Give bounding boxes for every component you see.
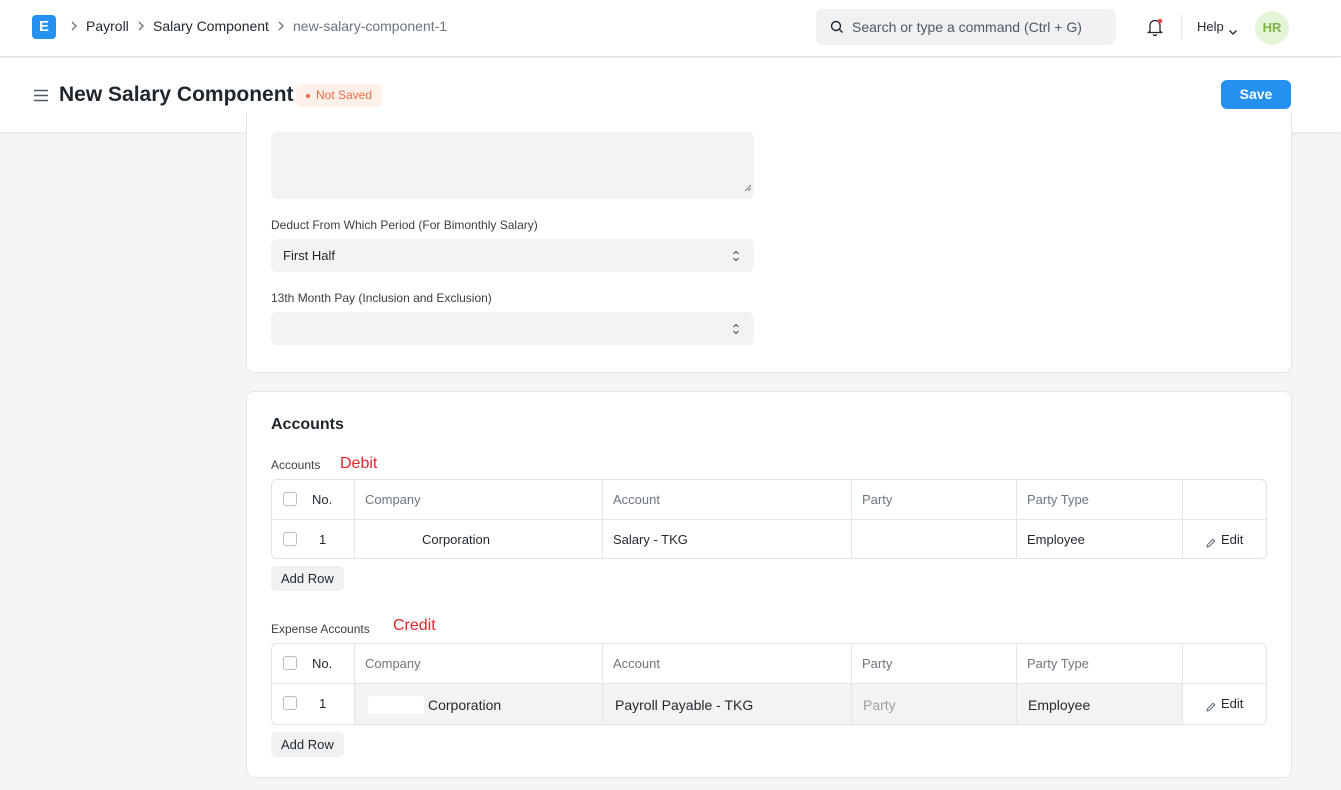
redaction-mask bbox=[368, 696, 424, 714]
select-all-checkbox[interactable] bbox=[283, 492, 297, 506]
deduct-period-label: Deduct From Which Period (For Bimonthly … bbox=[271, 218, 538, 232]
user-avatar[interactable]: HR bbox=[1255, 11, 1289, 45]
debit-table-label: Accounts bbox=[271, 458, 321, 472]
header-party-type: Party Type bbox=[1027, 656, 1089, 671]
pencil-icon bbox=[1206, 699, 1216, 717]
debit-accounts-table: No. Company Account Party Party Type 1 C… bbox=[271, 479, 1267, 559]
row-party-type[interactable]: Employee bbox=[1028, 697, 1090, 713]
select-all-checkbox[interactable] bbox=[283, 656, 297, 670]
notification-bell-icon[interactable] bbox=[1146, 17, 1164, 42]
search-input[interactable]: Search or type a command (Ctrl + G) bbox=[852, 19, 1082, 35]
header-account: Account bbox=[613, 656, 660, 671]
deduct-period-value: First Half bbox=[283, 248, 335, 263]
row-account[interactable]: Salary - TKG bbox=[613, 532, 688, 547]
add-row-button[interactable]: Add Row bbox=[271, 732, 344, 757]
table-header-row: No. Company Account Party Party Type bbox=[272, 480, 1266, 520]
select-arrows-icon bbox=[732, 249, 740, 267]
row-no: 1 bbox=[319, 696, 327, 711]
pencil-icon bbox=[1206, 535, 1216, 553]
debit-annotation: Debit bbox=[340, 455, 378, 472]
search-bar[interactable]: Search or type a command (Ctrl + G) bbox=[816, 9, 1116, 45]
column-divider bbox=[354, 480, 355, 558]
column-divider bbox=[602, 644, 603, 724]
top-navbar: E Payroll Salary Component new-salary-co… bbox=[0, 0, 1341, 57]
sidebar-toggle-icon[interactable] bbox=[33, 89, 49, 107]
credit-table-label: Expense Accounts bbox=[271, 622, 370, 636]
accounts-section-title: Accounts bbox=[271, 416, 344, 433]
header-no: No. bbox=[312, 492, 333, 507]
row-checkbox[interactable] bbox=[283, 696, 297, 710]
accounts-section-card: Accounts Accounts Debit No. Company Acco… bbox=[246, 391, 1292, 778]
save-button[interactable]: Save bbox=[1221, 80, 1291, 109]
form-section-card: Deduct From Which Period (For Bimonthly … bbox=[246, 112, 1292, 373]
help-menu[interactable]: Help bbox=[1197, 19, 1224, 34]
breadcrumb-payroll[interactable]: Payroll bbox=[86, 18, 129, 34]
page-title: New Salary Component bbox=[59, 83, 294, 106]
chevron-right-icon bbox=[137, 20, 147, 34]
chevron-right-icon bbox=[277, 20, 287, 34]
header-account: Account bbox=[613, 492, 660, 507]
row-company[interactable]: Corporation bbox=[428, 697, 501, 713]
header-party: Party bbox=[862, 492, 893, 507]
column-divider bbox=[1016, 644, 1017, 724]
header-no: No. bbox=[312, 656, 333, 671]
row-company[interactable]: Corporation bbox=[422, 532, 490, 547]
chevron-down-icon[interactable] bbox=[1228, 23, 1238, 41]
column-divider bbox=[602, 480, 603, 558]
select-arrows-icon bbox=[732, 322, 740, 340]
app-logo[interactable]: E bbox=[32, 15, 56, 39]
description-textarea[interactable] bbox=[271, 132, 754, 199]
not-saved-badge: Not Saved bbox=[296, 84, 383, 107]
credit-annotation: Credit bbox=[393, 617, 436, 634]
breadcrumb-salary-component[interactable]: Salary Component bbox=[153, 18, 269, 34]
navbar-divider bbox=[1181, 15, 1182, 39]
header-party-type: Party Type bbox=[1027, 492, 1089, 507]
add-row-button[interactable]: Add Row bbox=[271, 566, 344, 591]
row-party-type[interactable]: Employee bbox=[1027, 532, 1085, 547]
row-account[interactable]: Payroll Payable - TKG bbox=[615, 697, 753, 713]
search-icon bbox=[830, 20, 844, 39]
table-header-row: No. Company Account Party Party Type bbox=[272, 644, 1266, 684]
column-divider bbox=[354, 644, 355, 724]
row-edit-link[interactable]: Edit bbox=[1221, 696, 1243, 711]
column-divider bbox=[851, 480, 852, 558]
row-edit-link[interactable]: Edit bbox=[1221, 532, 1243, 547]
row-party-input[interactable]: Party bbox=[863, 697, 896, 713]
row-no: 1 bbox=[319, 532, 327, 547]
column-divider bbox=[851, 644, 852, 724]
deduct-period-select[interactable]: First Half bbox=[271, 239, 754, 272]
column-divider bbox=[1182, 644, 1183, 724]
header-party: Party bbox=[862, 656, 893, 671]
resize-handle-icon[interactable] bbox=[744, 179, 752, 197]
column-divider bbox=[1182, 480, 1183, 558]
chevron-right-icon bbox=[70, 20, 80, 34]
expense-accounts-table: No. Company Account Party Party Type 1 C… bbox=[271, 643, 1267, 725]
breadcrumb-current[interactable]: new-salary-component-1 bbox=[293, 18, 447, 34]
column-divider bbox=[1016, 480, 1017, 558]
row-checkbox[interactable] bbox=[283, 532, 297, 546]
header-company: Company bbox=[365, 656, 421, 671]
thirteenth-month-label: 13th Month Pay (Inclusion and Exclusion) bbox=[271, 291, 492, 305]
thirteenth-month-select[interactable] bbox=[271, 312, 754, 345]
header-company: Company bbox=[365, 492, 421, 507]
